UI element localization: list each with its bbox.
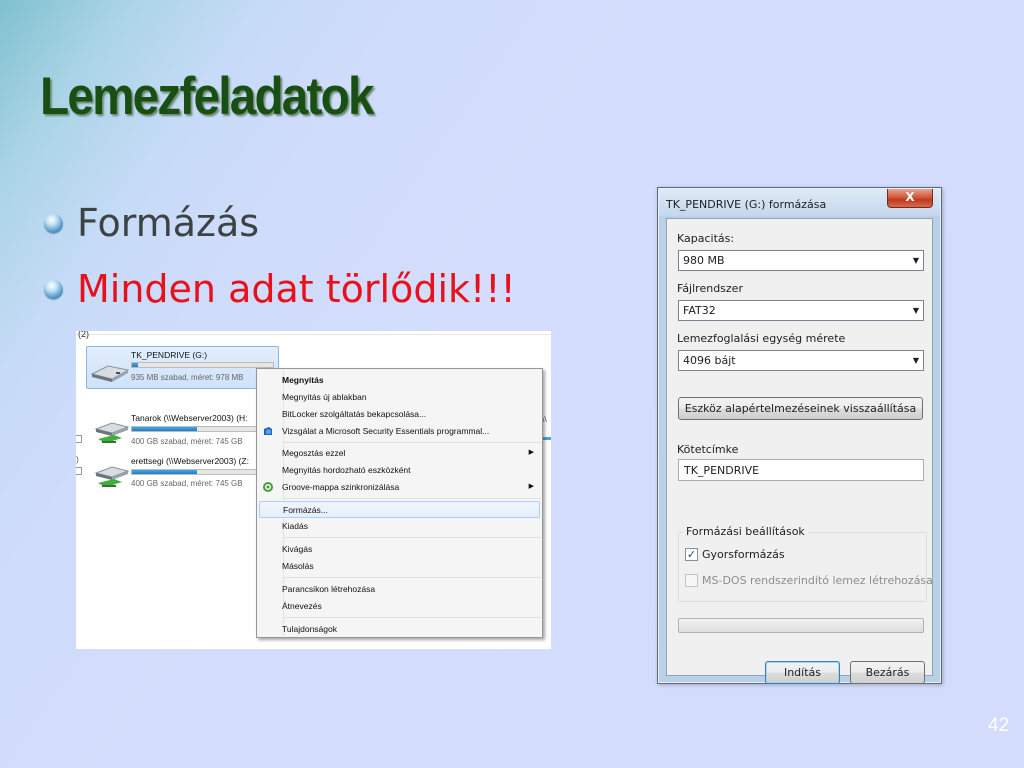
- submenu-arrow-icon: ▶: [528, 449, 534, 456]
- capacity-select[interactable]: 980 MB ▼: [678, 250, 924, 271]
- menu-item-eject[interactable]: Kiadás: [259, 518, 540, 535]
- selection-checkbox-fragment: [76, 435, 82, 443]
- chevron-down-icon: ▼: [912, 306, 919, 315]
- group-label: (2): [78, 331, 89, 339]
- capacity-value: 980 MB: [683, 254, 725, 267]
- checkbox-empty-icon: [685, 574, 698, 587]
- bullet-item: Minden adat törlődik!!!: [44, 256, 516, 322]
- menu-item-share[interactable]: Megosztás ezzel ▶: [259, 445, 540, 462]
- selection-checkbox-fragment: [76, 467, 82, 475]
- slide-number: 42: [988, 715, 1010, 736]
- chevron-down-icon: ▼: [912, 356, 919, 365]
- menu-item-bitlocker[interactable]: BitLocker szolgáltatás bekapcsolása...: [259, 406, 540, 423]
- format-progress-bar: [678, 618, 924, 633]
- bullet-list: Formázás Minden adat törlődik!!!: [44, 190, 516, 322]
- filesystem-label: Fájlrendszer: [677, 282, 743, 295]
- allocation-unit-label: Lemezfoglalási egység mérete: [677, 332, 846, 345]
- volume-label-label: Kötetcímke: [677, 443, 739, 456]
- volume-label-value: TK_PENDRIVE: [684, 464, 760, 477]
- bullet-text-format: Formázás: [77, 201, 260, 245]
- drive-usage-fill: [132, 363, 138, 367]
- bullet-sphere-icon: [44, 279, 63, 299]
- chevron-down-icon: ▼: [912, 256, 919, 265]
- network-drive-free: 400 GB szabad, méret: 745 GB: [131, 437, 243, 446]
- menu-item-create-shortcut[interactable]: Parancsikon létrehozása: [259, 581, 540, 598]
- dialog-titlebar[interactable]: TK_PENDRIVE (G:) formázása X: [659, 189, 940, 216]
- bullet-text-warning: Minden adat törlődik!!!: [77, 267, 516, 311]
- network-drive-icon: [94, 422, 130, 443]
- menu-item-open-new-window[interactable]: Megnyitás új ablakban: [259, 389, 540, 406]
- context-menu: Megnyitás Megnyitás új ablakban BitLocke…: [256, 368, 543, 638]
- msdos-boot-label: MS-DOS rendszerindító lemez létrehozása: [702, 574, 933, 587]
- menu-item-cut[interactable]: Kivágás: [259, 541, 540, 558]
- menu-item-properties[interactable]: Tulajdonságok: [259, 621, 540, 638]
- menu-separator: [283, 537, 541, 538]
- filesystem-select[interactable]: FAT32 ▼: [678, 300, 924, 321]
- format-options-legend: Formázási beállítások: [683, 525, 808, 538]
- menu-separator: [283, 442, 541, 443]
- dialog-body: Kapacitás: 980 MB ▼ Fájlrendszer FAT32 ▼…: [666, 218, 933, 684]
- slide-title: Lemezfeladatok: [40, 67, 374, 126]
- menu-item-mse-scan[interactable]: Vizsgálat a Microsoft Security Essential…: [259, 423, 540, 440]
- cut-text-fragment: ): [76, 454, 79, 464]
- menu-separator: [283, 498, 541, 499]
- format-dialog: TK_PENDRIVE (G:) formázása X Kapacitás: …: [657, 187, 942, 684]
- network-drive-usage-fill: [132, 427, 197, 431]
- quick-format-label: Gyorsformázás: [702, 548, 785, 561]
- dialog-title: TK_PENDRIVE (G:) formázása: [666, 198, 827, 211]
- filesystem-value: FAT32: [683, 304, 716, 317]
- restore-defaults-button[interactable]: Eszköz alapértelmezéseinek visszaállítás…: [678, 397, 923, 420]
- format-options-group: Formázási beállítások ✓ Gyorsformázás MS…: [678, 525, 933, 602]
- checkmark-icon: ✓: [685, 548, 698, 561]
- network-drive-icon: [94, 466, 130, 487]
- menu-item-open-portable[interactable]: Megnyitás hordozható eszközként: [259, 462, 540, 479]
- bullet-item: Formázás: [44, 190, 516, 256]
- drive-usage-bar: [131, 362, 274, 368]
- volume-label-input[interactable]: TK_PENDRIVE: [678, 459, 924, 481]
- close-icon: X: [905, 190, 915, 204]
- menu-item-groove[interactable]: Groove-mappa szinkronizálása ▶: [259, 479, 540, 496]
- drive-free-space: 935 MB szabad, méret: 978 MB: [131, 373, 244, 382]
- network-drive-free: 400 GB szabad, méret: 745 GB: [131, 479, 243, 488]
- drive-name: TK_PENDRIVE (G:): [131, 350, 208, 360]
- allocation-unit-select[interactable]: 4096 bájt ▼: [678, 350, 924, 371]
- menu-separator: [283, 577, 541, 578]
- capacity-label: Kapacitás:: [677, 232, 735, 245]
- bullet-sphere-icon: [44, 213, 63, 233]
- network-drive-usage-fill: [132, 470, 197, 474]
- start-button[interactable]: Indítás: [765, 661, 840, 684]
- security-essentials-icon: [264, 427, 272, 435]
- close-button[interactable]: Bezárás: [850, 661, 925, 684]
- close-window-button[interactable]: X: [887, 189, 933, 208]
- menu-item-format[interactable]: Formázás...: [259, 501, 540, 518]
- explorer-context-menu-screenshot: (2) TK_PENDRIVE (G:) 935 MB szabad, mére…: [76, 331, 551, 649]
- network-drive-name: erettsegi (\\Webserver2003) (Z:: [131, 456, 249, 466]
- allocation-unit-value: 4096 bájt: [683, 354, 736, 367]
- network-drive-usage-bar: [131, 426, 274, 432]
- removable-drive-icon: [90, 365, 130, 382]
- network-drive-name: Tanarok (\\Webserver2003) (H:: [131, 413, 248, 423]
- group-divider: [76, 334, 551, 335]
- menu-item-rename[interactable]: Átnevezés: [259, 598, 540, 615]
- menu-separator: [283, 617, 541, 618]
- cut-usage-bar-fragment: [543, 437, 551, 440]
- submenu-arrow-icon: ▶: [528, 483, 534, 490]
- groove-icon: [263, 482, 273, 492]
- network-drive-usage-bar: [131, 469, 274, 475]
- menu-item-open[interactable]: Megnyitás: [259, 372, 540, 389]
- menu-item-copy[interactable]: Másolás: [259, 558, 540, 575]
